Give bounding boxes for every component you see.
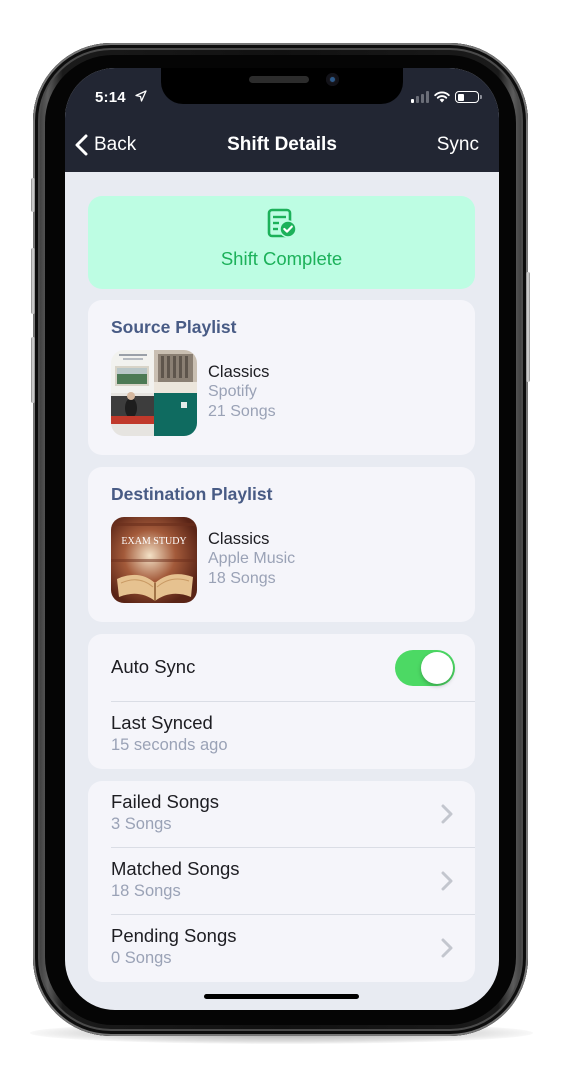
home-indicator[interactable] xyxy=(204,994,359,999)
shift-complete-label: Shift Complete xyxy=(220,248,343,269)
signal-bar xyxy=(421,93,424,103)
back-button[interactable]: Back xyxy=(75,132,136,158)
chevron-left-icon xyxy=(75,134,88,156)
pending-songs-label: Pending Songs xyxy=(111,925,237,946)
content: Shift Complete Source Playlist Classics … xyxy=(65,172,499,1010)
source-playlist-name: Classics xyxy=(208,363,270,381)
signal-bar xyxy=(426,91,429,103)
chevron-right-icon xyxy=(441,804,453,824)
notch xyxy=(161,68,403,104)
songs-card: Failed Songs 3 Songs Matched Songs 18 So… xyxy=(88,781,475,982)
matched-songs-row[interactable]: Matched Songs 18 Songs xyxy=(111,858,475,916)
signal-bar xyxy=(411,98,414,103)
volume-up-button xyxy=(31,248,35,314)
destination-song-count: 18 Songs xyxy=(208,570,276,587)
battery-level xyxy=(457,93,464,101)
artwork-text: EXAM STUDY xyxy=(121,536,186,547)
source-service: Spotify xyxy=(208,383,257,400)
back-label: Back xyxy=(94,134,137,155)
source-playlist-title: Source Playlist xyxy=(111,317,237,337)
failed-songs-row[interactable]: Failed Songs 3 Songs xyxy=(111,791,475,849)
destination-playlist-name: Classics xyxy=(208,530,270,548)
chevron-right-icon xyxy=(441,871,453,891)
wifi-icon xyxy=(434,91,450,103)
speaker-grille xyxy=(249,76,309,83)
matched-songs-label: Matched Songs xyxy=(111,858,240,879)
status-time: 5:14 xyxy=(95,89,126,106)
status-indicators xyxy=(411,90,482,104)
front-camera xyxy=(326,73,339,86)
sync-button[interactable]: Sync xyxy=(437,134,479,156)
document-check-icon xyxy=(267,208,297,238)
auto-sync-toggle[interactable] xyxy=(395,650,455,686)
mosaic-artwork xyxy=(111,350,197,436)
divider xyxy=(111,914,475,915)
destination-service: Apple Music xyxy=(208,550,296,567)
cellular-signal-icon xyxy=(411,91,429,103)
destination-playlist-title: Destination Playlist xyxy=(111,484,273,504)
shift-complete-banner: Shift Complete xyxy=(88,196,475,289)
matched-songs-count: 18 Songs xyxy=(111,882,181,900)
mute-switch xyxy=(31,178,35,212)
divider xyxy=(111,847,475,848)
toggle-knob xyxy=(421,652,453,684)
sync-settings-card: Auto Sync Last Synced 15 seconds ago xyxy=(88,634,475,769)
destination-playlist-card[interactable]: Destination Playlist EXAM STUDY Classics… xyxy=(88,467,475,622)
last-synced-row: Last Synced 15 seconds ago xyxy=(111,712,475,755)
screen: 5:14 Back Shift Details Sync Shift Compl… xyxy=(65,68,499,1010)
pending-songs-row[interactable]: Pending Songs 0 Songs xyxy=(111,925,475,983)
source-playlist-card[interactable]: Source Playlist Classics Spotify 21 Song… xyxy=(88,300,475,455)
divider xyxy=(111,701,475,702)
source-song-count: 21 Songs xyxy=(208,403,276,420)
exam-study-artwork: EXAM STUDY xyxy=(111,517,197,603)
power-button xyxy=(526,272,530,382)
navigation-bar: 5:14 Back Shift Details Sync xyxy=(65,68,499,172)
pending-songs-count: 0 Songs xyxy=(111,949,172,967)
signal-bar xyxy=(416,96,419,103)
last-synced-label: Last Synced xyxy=(111,712,213,733)
volume-down-button xyxy=(31,337,35,403)
last-synced-value: 15 seconds ago xyxy=(111,736,228,754)
failed-songs-count: 3 Songs xyxy=(111,815,172,833)
chevron-right-icon xyxy=(441,938,453,958)
battery-icon xyxy=(455,91,482,103)
location-arrow-icon xyxy=(135,90,147,102)
failed-songs-label: Failed Songs xyxy=(111,791,219,812)
